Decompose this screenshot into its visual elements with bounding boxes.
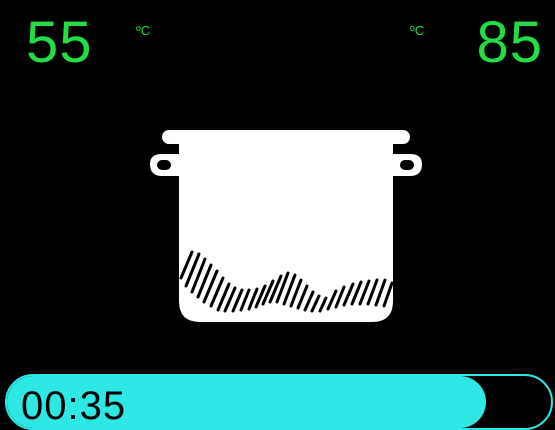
target-temperature-unit: ºC (410, 23, 425, 38)
timer-time-remaining: 00:35 (21, 384, 127, 428)
current-temperature-unit: ºC (136, 23, 151, 38)
pot-icon (150, 130, 422, 322)
timer-progress-bar: 00:35 (5, 374, 553, 430)
cooking-screen: 55 ºC ºC 85 00:35 (0, 0, 555, 430)
current-temperature: 55 (26, 10, 93, 75)
target-temperature: 85 (476, 10, 543, 75)
